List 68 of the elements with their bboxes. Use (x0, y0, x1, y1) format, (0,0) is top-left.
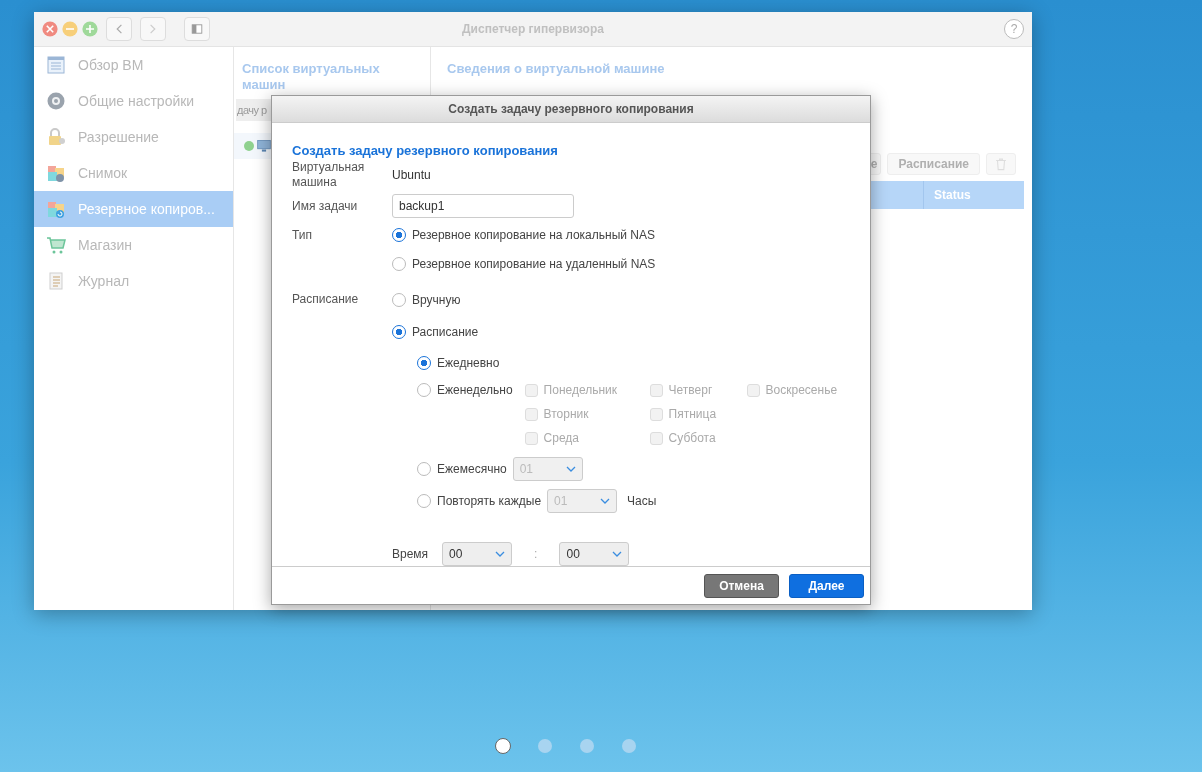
radio-option[interactable]: Вручную (392, 284, 857, 316)
minute-dropdown[interactable]: 00 (559, 542, 630, 566)
caret-icon (495, 551, 506, 557)
radio-button[interactable] (417, 494, 431, 508)
radio-option[interactable]: Резервное копирование на локальный NAS (392, 220, 850, 249)
toolbar-button[interactable]: Расписание (887, 153, 980, 175)
cart-icon (46, 235, 66, 255)
forward-button[interactable] (140, 17, 166, 41)
dialog-heading: Создать задачу резервного копирования (292, 143, 559, 158)
radio-button[interactable] (417, 383, 431, 397)
radio-option[interactable]: Ежемесячно (417, 456, 507, 482)
radio-option[interactable]: Резервное копирование на удаленный NAS (392, 249, 850, 278)
sidebar-item[interactable]: Снимок (34, 155, 233, 191)
column-header: Status (923, 181, 1024, 209)
field-label: Имя задачи (292, 198, 359, 214)
field-label: Виртуальная машина (292, 160, 366, 190)
monitor-icon (257, 139, 271, 153)
help-button[interactable]: ? (1004, 19, 1024, 39)
unit-label: Часы (627, 494, 657, 508)
sidebar-toggle-button[interactable] (184, 17, 210, 41)
radio-option[interactable]: Ежедневно (417, 350, 500, 376)
radio-option[interactable]: Еженедельно (417, 378, 513, 402)
dialog-title: Создать задачу резервного копирования (272, 96, 870, 123)
field-label: Тип (292, 227, 313, 244)
field-value: Ubuntu (392, 167, 432, 182)
list-window-icon (46, 55, 66, 75)
panel-title: Сведения о виртуальной машине (446, 61, 666, 77)
settings-icon (46, 91, 66, 111)
field-label: Расписание (292, 291, 360, 308)
sidebar-item[interactable]: Обзор ВМ (34, 47, 233, 83)
sidebar-item[interactable]: Резервное копиров... (34, 191, 233, 227)
panel-title: Список виртуальных машин (241, 61, 381, 93)
radio-button[interactable] (417, 462, 431, 476)
task-name-field[interactable]: backup1 (392, 194, 574, 218)
caret-icon (612, 551, 623, 557)
page-dot[interactable] (580, 739, 594, 753)
radio-button[interactable] (392, 293, 406, 307)
caret-icon (565, 466, 576, 472)
hour-dropdown[interactable]: 00 (442, 542, 513, 566)
radio-button[interactable] (392, 227, 406, 242)
panel-icon (191, 23, 203, 35)
radio-option[interactable]: Повторять каждые (417, 488, 542, 514)
close-icon (42, 21, 58, 37)
caret-icon (600, 498, 611, 504)
page-dot[interactable] (495, 738, 511, 754)
sidebar-item[interactable]: Журнал (34, 263, 233, 299)
page-dot[interactable] (538, 739, 552, 753)
page-dot[interactable] (622, 739, 636, 753)
radio-button[interactable] (392, 325, 406, 339)
notepad-icon (46, 271, 66, 291)
trash-icon (994, 157, 1008, 171)
sidebar-item[interactable]: Общие настройки (34, 83, 233, 119)
folders-camera-icon (46, 163, 66, 183)
next-button[interactable]: Далее (789, 573, 864, 598)
lock-icon (46, 127, 66, 147)
radio-option[interactable]: Расписание (392, 316, 857, 348)
field-label: Время (392, 547, 429, 561)
zoom-icon (82, 21, 98, 37)
folders-restore-icon (46, 199, 66, 219)
delete-button[interactable] (986, 153, 1016, 175)
time-separator: : (534, 547, 538, 561)
minimize-icon (62, 21, 78, 37)
radio-button[interactable] (392, 256, 406, 271)
cancel-button[interactable]: Отмена (704, 573, 779, 598)
sidebar-item[interactable]: Разрешение (34, 119, 233, 155)
sidebar-item[interactable]: Магазин (34, 227, 233, 263)
back-button[interactable] (106, 17, 132, 41)
radio-button[interactable] (417, 356, 431, 370)
